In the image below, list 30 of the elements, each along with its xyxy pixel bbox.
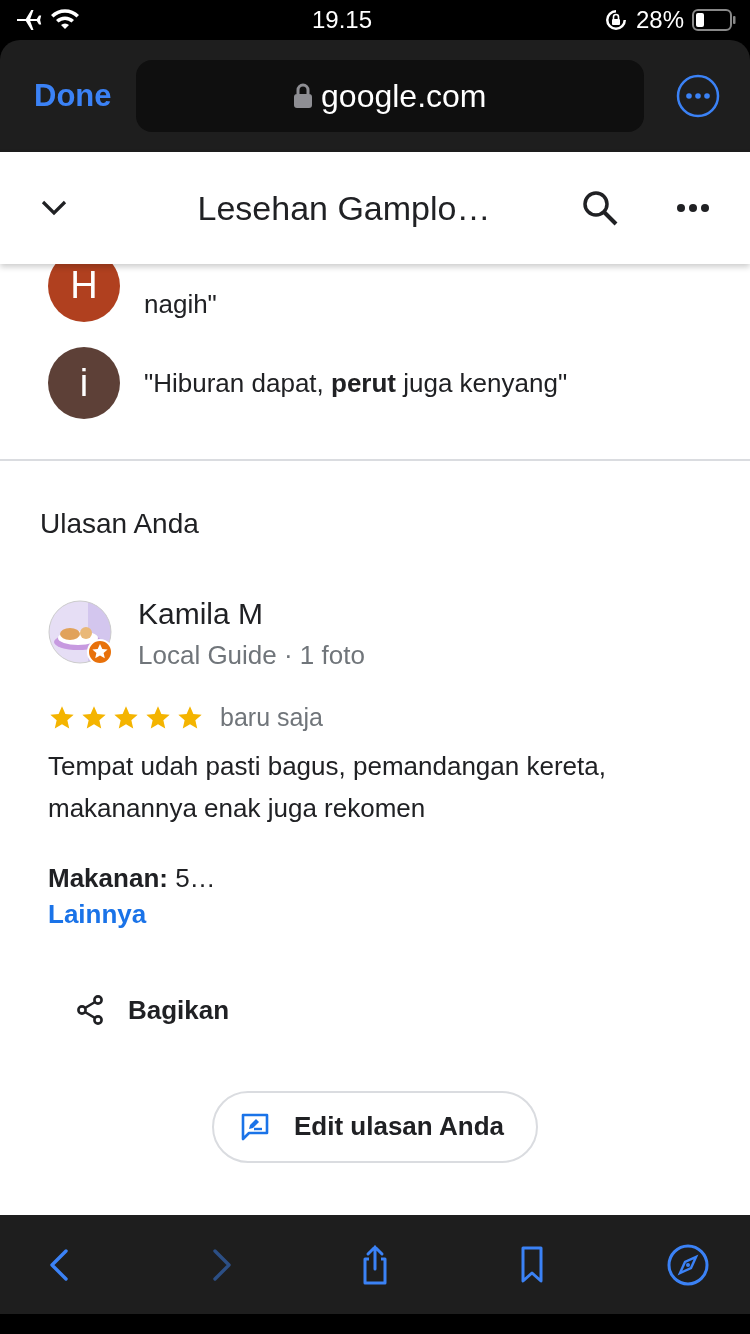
search-icon[interactable] [580,188,620,228]
avatar: i [48,347,120,419]
done-button[interactable]: Done [34,72,112,120]
rotation-lock-icon [603,8,628,32]
lock-icon [293,83,314,109]
more-link[interactable]: Lainnya [48,898,147,929]
share-icon [76,995,104,1025]
share-button[interactable]: Bagikan [70,989,236,1031]
edit-review-icon [240,1111,270,1142]
address-bar[interactable]: google.com [135,60,644,132]
review-text: Tempat udah pasti bagus, pemandangan kereta, makanannya enak juga rekomen [47,749,607,825]
url-text: google.com [321,77,487,116]
clock-time: 19.15 [311,5,372,35]
wifi-icon [50,9,80,31]
battery-percent: 28% [635,5,684,35]
place-title: Lesehan Gamplo… [196,187,492,229]
avatar: H [48,264,120,322]
reviewer-name: Kamila M [138,596,265,632]
review-time: baru saja [220,702,323,733]
chevron-down-icon[interactable] [40,199,68,217]
more-icon[interactable] [676,203,710,213]
review-snippet: "Hiburan dapat, perut juga kenyang" [144,366,568,400]
compass-icon[interactable] [666,1242,710,1287]
battery-icon [692,8,736,32]
rating-detail: Makanan: 5… [47,861,217,895]
airplane-icon [14,9,42,31]
reviewer-info: Local Guide · 1 foto [138,639,365,672]
edit-review-button[interactable]: Edit ulasan Anda [212,1090,538,1163]
review-snippet: nagih" [144,288,217,321]
section-heading: Ulasan Anda [40,507,200,541]
